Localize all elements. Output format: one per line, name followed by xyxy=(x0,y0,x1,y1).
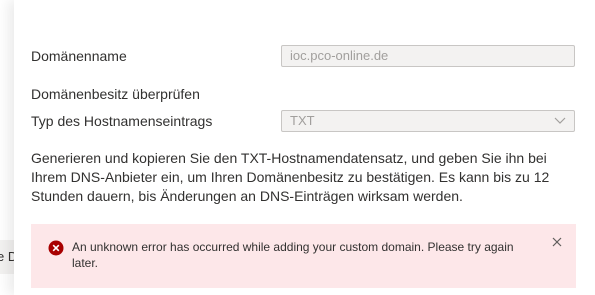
error-circle-icon xyxy=(48,240,64,256)
record-type-dropdown[interactable]: TXT xyxy=(281,110,575,132)
close-icon[interactable] xyxy=(550,235,564,249)
error-message-bar: An unknown error has occurred while addi… xyxy=(31,224,576,288)
background-fragment-text: e D xyxy=(0,249,14,264)
add-custom-domain-panel: Domänenname ioc.pco-online.de Domänenbes… xyxy=(14,0,595,295)
record-type-selected: TXT xyxy=(290,113,315,128)
domain-name-value: ioc.pco-online.de xyxy=(290,48,389,63)
verification-description: Generieren und kopieren Sie den TXT-Host… xyxy=(31,150,550,204)
domain-name-field[interactable]: ioc.pco-online.de xyxy=(281,45,575,67)
background-list-item-fragment: e D xyxy=(0,240,14,274)
verify-ownership-heading: Domänenbesitz überprüfen xyxy=(31,86,200,102)
domain-name-label: Domänenname xyxy=(31,48,127,64)
chevron-down-icon xyxy=(554,117,566,124)
error-message-text: An unknown error has occurred while addi… xyxy=(72,240,514,270)
record-type-label: Typ des Hostnamenseintrags xyxy=(31,113,213,129)
